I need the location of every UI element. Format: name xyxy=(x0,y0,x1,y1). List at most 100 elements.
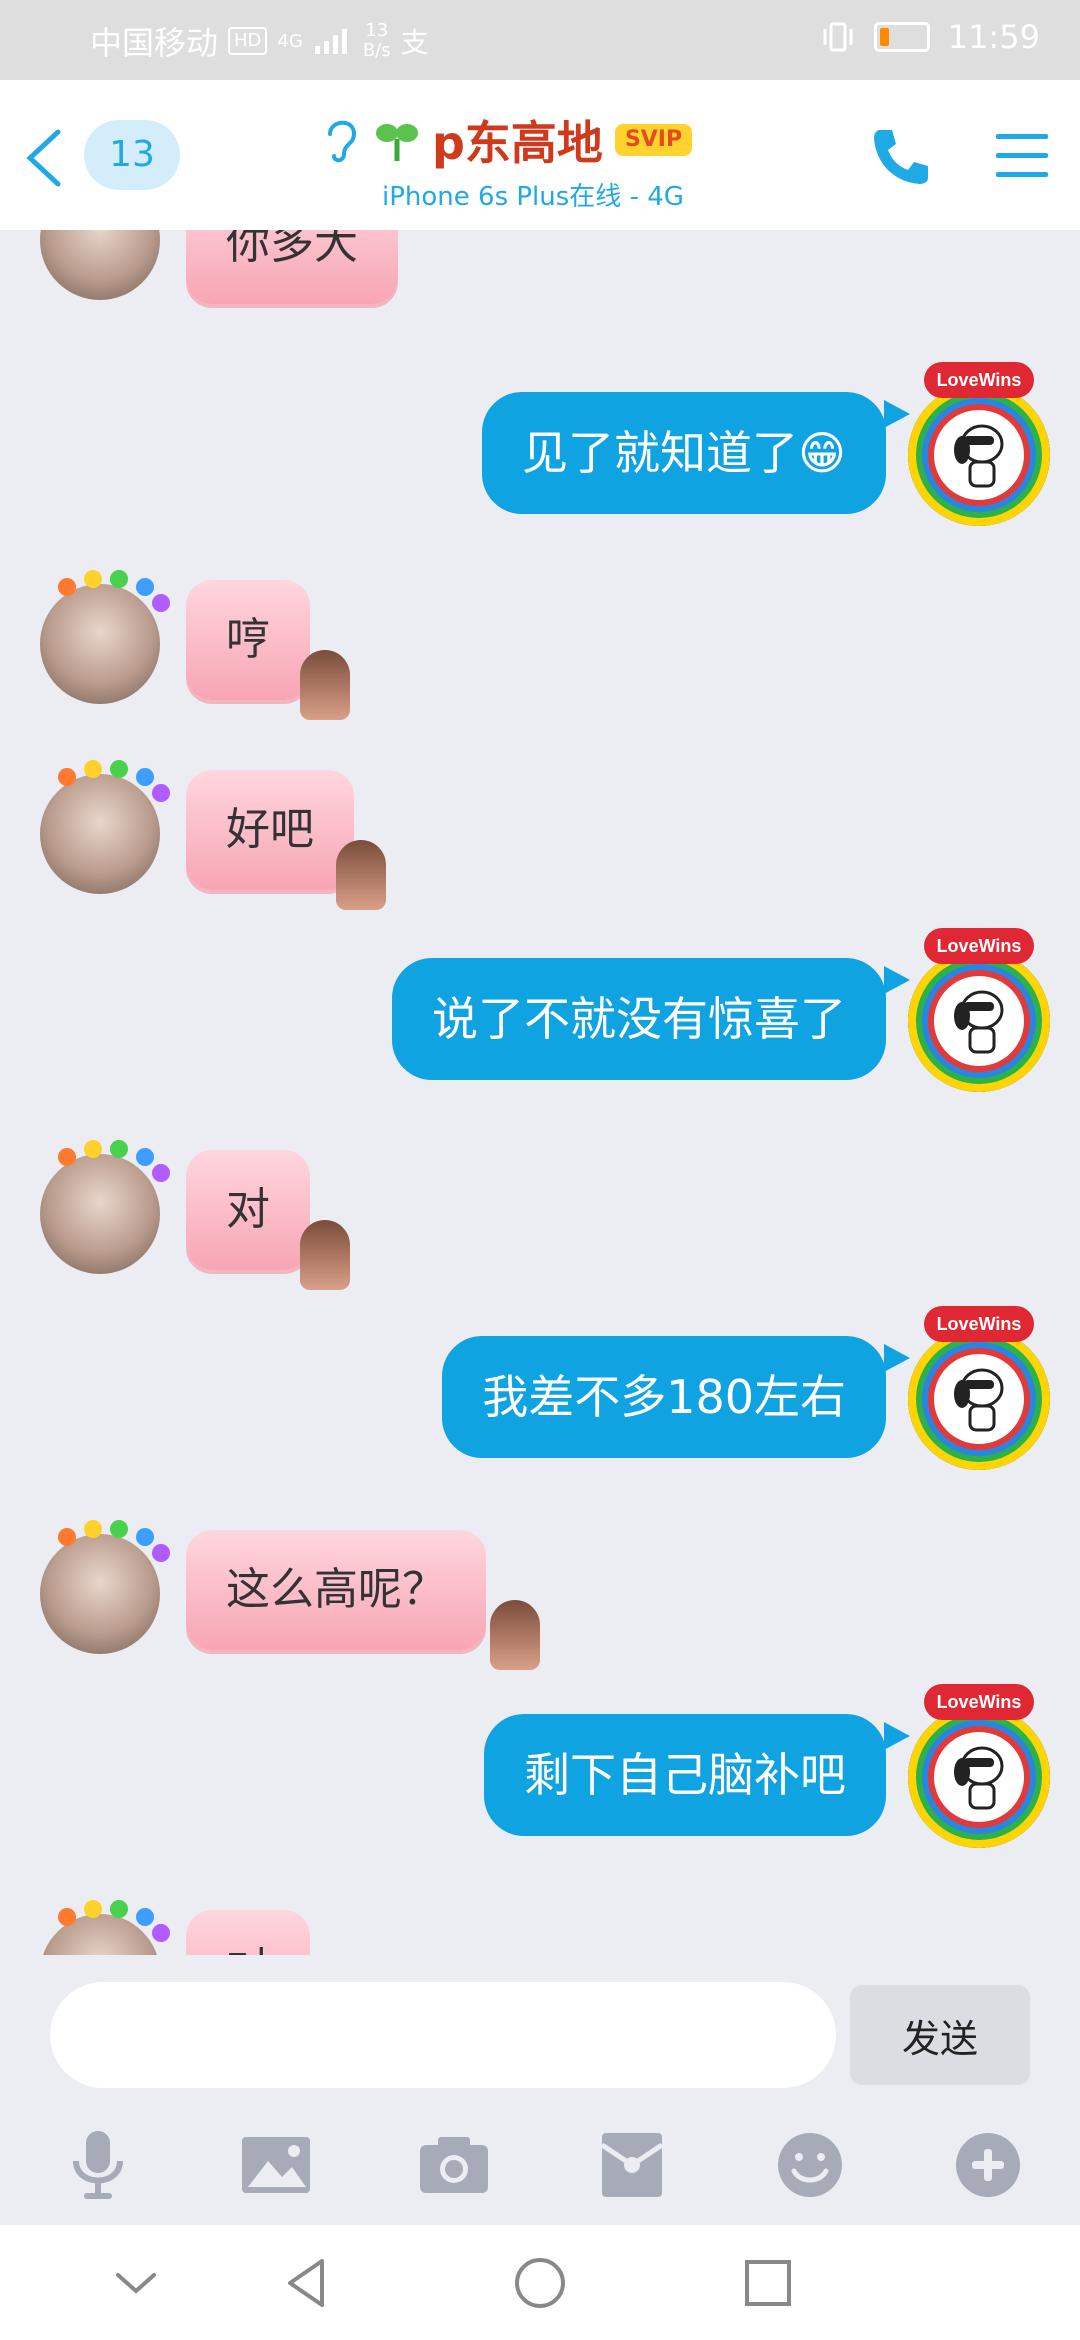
status-left: 中国移动 HD 4G 13 B/s 支 xyxy=(90,18,429,64)
girl-sticker-decoration xyxy=(490,1600,540,1670)
contact-avatar[interactable] xyxy=(40,570,170,704)
message-row: 哼 xyxy=(0,560,1080,720)
unread-count-badge[interactable]: 13 xyxy=(84,120,180,190)
heart-decoration xyxy=(110,570,128,588)
snoopy-icon xyxy=(954,424,1004,488)
phone-icon[interactable] xyxy=(866,122,936,192)
snoopy-icon xyxy=(954,1368,1004,1432)
message-bubble-sent[interactable]: 我差不多180左右 xyxy=(442,1336,886,1458)
system-nav-bar xyxy=(0,2225,1080,2340)
home-circle-icon[interactable] xyxy=(510,2253,570,2313)
sprout-icon xyxy=(376,124,418,161)
heart-decoration xyxy=(58,578,76,596)
message-bubble-received[interactable]: 哼 xyxy=(186,580,310,700)
back-triangle-icon[interactable] xyxy=(278,2253,338,2313)
vibrate-icon xyxy=(823,22,853,52)
clock: 11:59 xyxy=(947,18,1040,56)
contact-avatar[interactable] xyxy=(40,1520,170,1654)
bubble-tail xyxy=(884,1344,910,1372)
heart-decoration xyxy=(110,760,128,778)
message-bubble-received[interactable]: 好吧 xyxy=(186,770,354,890)
input-area: 发送 xyxy=(0,1955,1080,2225)
net-speed: 13 B/s xyxy=(363,21,391,61)
message-row: 说了不就没有惊喜了 LoveWins xyxy=(0,928,1080,1110)
heart-decoration xyxy=(152,784,170,802)
message-row: 这么高呢？ xyxy=(0,1510,1080,1670)
snoopy-icon xyxy=(954,1746,1004,1810)
heart-decoration xyxy=(152,1924,170,1942)
message-bubble-received[interactable]: 对 xyxy=(186,1150,310,1270)
back-chevron-icon[interactable] xyxy=(20,128,70,188)
my-avatar[interactable]: LoveWins xyxy=(908,1306,1050,1470)
message-row: 对 xyxy=(0,1130,1080,1290)
svip-badge: SVIP xyxy=(614,124,693,156)
camera-icon[interactable] xyxy=(414,2125,494,2205)
status-right: 11:59 xyxy=(820,18,1040,56)
chat-list[interactable]: 你多大 见了就知道了😁 LoveWins 哼 好吧 说了不就没有惊喜了 Love… xyxy=(0,230,1080,1955)
contact-name: p东高地 xyxy=(432,116,603,170)
lovewins-badge: LoveWins xyxy=(924,1306,1034,1342)
heart-decoration xyxy=(58,1528,76,1546)
microphone-icon[interactable] xyxy=(58,2125,138,2205)
contact-avatar[interactable] xyxy=(40,1900,170,1955)
message-row: 剩下自己脑补吧 LoveWins xyxy=(0,1684,1080,1870)
lovewins-badge: LoveWins xyxy=(924,362,1034,398)
bubble-tail xyxy=(884,1722,910,1750)
emoji-icon[interactable] xyxy=(770,2125,850,2205)
lovewins-badge: LoveWins xyxy=(924,928,1034,964)
title-row[interactable]: p东高地 SVIP xyxy=(322,110,693,170)
recents-square-icon[interactable] xyxy=(738,2253,798,2313)
send-button[interactable]: 发送 xyxy=(850,1985,1030,2085)
message-bubble-received[interactable]: 对 xyxy=(186,1910,310,1955)
alipay-icon: 支 xyxy=(400,26,429,59)
heart-decoration xyxy=(136,1148,154,1166)
chat-header: 13 p东高地 SVIP iPhone 6s Plus在线 - 4G xyxy=(0,80,1080,230)
heart-decoration xyxy=(110,1520,128,1538)
plus-icon[interactable] xyxy=(948,2125,1028,2205)
heart-decoration xyxy=(152,594,170,612)
contact-avatar[interactable] xyxy=(40,760,170,894)
chat-toolbar xyxy=(0,2125,1080,2225)
bubble-tail xyxy=(884,966,910,994)
carrier-label: 中国移动 xyxy=(90,24,219,62)
heart-decoration xyxy=(84,1520,102,1538)
message-bubble-received[interactable]: 这么高呢？ xyxy=(186,1530,486,1650)
heart-decoration xyxy=(136,768,154,786)
message-row: 好吧 xyxy=(0,750,1080,910)
girl-sticker-decoration xyxy=(300,650,350,720)
image-icon[interactable] xyxy=(236,2125,316,2205)
heart-decoration xyxy=(84,760,102,778)
message-bubble-received[interactable]: 你多大 xyxy=(186,230,398,304)
contact-avatar[interactable] xyxy=(40,230,160,300)
heart-decoration xyxy=(84,570,102,588)
my-avatar[interactable]: LoveWins xyxy=(908,1684,1050,1848)
my-avatar[interactable]: LoveWins xyxy=(908,362,1050,526)
message-row: 见了就知道了😁 LoveWins xyxy=(0,362,1080,540)
message-bubble-sent[interactable]: 见了就知道了😁 xyxy=(482,392,886,514)
status-bar: 中国移动 HD 4G 13 B/s 支 11:59 xyxy=(0,0,1080,80)
message-row: 我差不多180左右 LoveWins xyxy=(0,1306,1080,1490)
heart-decoration xyxy=(58,1908,76,1926)
snoopy-icon xyxy=(954,990,1004,1054)
my-avatar[interactable]: LoveWins xyxy=(908,928,1050,1092)
online-status: iPhone 6s Plus在线 - 4G xyxy=(382,182,684,212)
girl-sticker-decoration xyxy=(336,840,386,910)
red-packet-icon[interactable] xyxy=(592,2125,672,2205)
lovewins-badge: LoveWins xyxy=(924,1684,1034,1720)
signal-bars-icon xyxy=(314,29,347,54)
menu-icon[interactable] xyxy=(994,128,1050,184)
heart-decoration xyxy=(58,768,76,786)
battery-fill xyxy=(879,28,889,46)
heart-decoration xyxy=(58,1148,76,1166)
ear-icon xyxy=(328,120,357,163)
message-bubble-sent[interactable]: 说了不就没有惊喜了 xyxy=(392,958,886,1080)
contact-avatar[interactable] xyxy=(40,1140,170,1274)
heart-decoration xyxy=(136,1528,154,1546)
signal-label: 4G xyxy=(277,30,303,52)
message-bubble-sent[interactable]: 剩下自己脑补吧 xyxy=(484,1714,886,1836)
down-chevron-icon[interactable] xyxy=(106,2253,166,2313)
battery-icon xyxy=(873,22,930,52)
message-row: 对 xyxy=(0,1890,1080,1955)
hd-badge: HD xyxy=(228,27,268,55)
message-input[interactable] xyxy=(50,1982,836,2088)
